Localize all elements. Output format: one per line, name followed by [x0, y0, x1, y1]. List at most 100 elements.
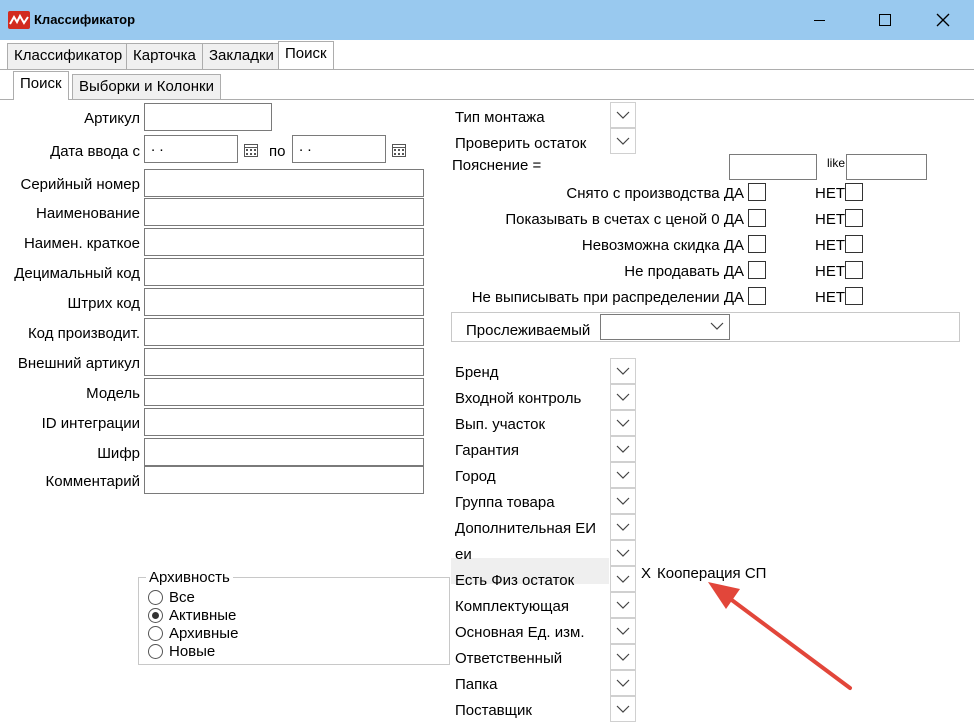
serial-number-label: Серийный номер [20, 176, 140, 193]
calendar-icon[interactable] [243, 142, 259, 158]
maximize-icon [879, 14, 891, 26]
attr-dropdown-base-unit[interactable] [610, 618, 636, 644]
article-input[interactable] [144, 103, 272, 131]
short-name-input[interactable] [144, 228, 424, 256]
discontinued-no-label: НЕТ [815, 185, 845, 202]
attr-label-physical-stock: Есть Физ остаток [455, 572, 575, 589]
date-to-input[interactable]: . . [292, 135, 386, 163]
chevron-down-icon [616, 497, 630, 505]
do-not-sell-no-checkbox[interactable] [845, 261, 863, 279]
discontinued-yes-checkbox[interactable] [748, 183, 766, 201]
chevron-down-icon [616, 393, 630, 401]
name-label: Наименование [36, 205, 140, 222]
archive-option-all: Все [169, 589, 195, 606]
decimal-code-input[interactable] [144, 258, 424, 286]
short-name-label: Наимен. краткое [23, 235, 140, 252]
integration-id-label: ID интеграции [41, 415, 140, 432]
model-label: Модель [86, 385, 140, 402]
show-zero-price-no-label: НЕТ [815, 211, 845, 228]
date-from-label: Дата ввода с [50, 143, 140, 160]
tab-classifier[interactable]: Классификатор [7, 43, 130, 69]
attr-dropdown-input-control[interactable] [610, 384, 636, 410]
show-zero-price-label: Показывать в счетах с ценой 0 ДА [505, 211, 744, 228]
chevron-down-icon [616, 367, 630, 375]
attr-dropdown-responsible[interactable] [610, 644, 636, 670]
subtab-strip-line [0, 99, 974, 100]
maximize-button[interactable] [862, 0, 908, 40]
attr-label-production-site: Вып. участок [455, 416, 546, 433]
chevron-down-icon [616, 111, 630, 119]
comment-input[interactable] [144, 466, 424, 494]
tab-card[interactable]: Карточка [126, 43, 203, 69]
show-zero-price-no-checkbox[interactable] [845, 209, 863, 227]
integration-id-input[interactable] [144, 408, 424, 436]
check-stock-label: Проверить остаток [455, 135, 587, 152]
external-article-input[interactable] [144, 348, 424, 376]
red-arrow-annotation [708, 582, 852, 690]
minimize-button[interactable] [796, 0, 842, 40]
name-input[interactable] [144, 198, 424, 226]
barcode-label: Штрих код [67, 295, 140, 312]
do-not-sell-label: Не продавать ДА [624, 263, 744, 280]
attr-label-warranty: Гарантия [455, 442, 519, 459]
archive-radio-new[interactable] [148, 644, 163, 659]
no-distribution-no-checkbox[interactable] [845, 287, 863, 305]
calendar-icon[interactable] [391, 142, 407, 158]
attr-dropdown-additional-unit[interactable] [610, 514, 636, 540]
check-stock-dropdown[interactable] [610, 128, 636, 154]
do-not-sell-yes-checkbox[interactable] [748, 261, 766, 279]
chevron-down-icon [616, 679, 630, 687]
attr-dropdown-supplier[interactable] [610, 696, 636, 722]
attr-dropdown-component[interactable] [610, 592, 636, 618]
chevron-down-icon [616, 549, 630, 557]
chevron-down-icon [616, 523, 630, 531]
attr-dropdown-unit[interactable] [610, 540, 636, 566]
no-distribution-label: Не выписывать при распределении ДА [471, 289, 744, 306]
attr-dropdown-production-site[interactable] [610, 410, 636, 436]
show-zero-price-yes-checkbox[interactable] [748, 209, 766, 227]
no-discount-yes-checkbox[interactable] [748, 235, 766, 253]
attr-dropdown-product-group[interactable] [610, 488, 636, 514]
chevron-down-icon [616, 471, 630, 479]
attr-dropdown-physical-stock[interactable] [610, 566, 636, 592]
attr-dropdown-folder[interactable] [610, 670, 636, 696]
serial-number-input[interactable] [144, 169, 424, 197]
no-discount-label: Невозможна скидка ДА [581, 237, 744, 254]
chevron-down-icon [616, 445, 630, 453]
date-from-input[interactable]: . . [144, 135, 238, 163]
barcode-input[interactable] [144, 288, 424, 316]
archive-radio-all[interactable] [148, 590, 163, 605]
tab-bookmarks[interactable]: Закладки [202, 43, 281, 69]
chevron-down-icon [616, 575, 630, 583]
subtab-selections-columns[interactable]: Выборки и Колонки [72, 74, 221, 100]
mount-type-label: Тип монтажа [455, 109, 545, 126]
archive-option-new: Новые [169, 643, 216, 660]
attr-label-product-group: Группа товара [455, 494, 555, 511]
attr-dropdown-city[interactable] [610, 462, 636, 488]
manufacturer-code-input[interactable] [144, 318, 424, 346]
archive-radio-archived[interactable] [148, 626, 163, 641]
attr-dropdown-warranty[interactable] [610, 436, 636, 462]
chevron-down-icon [616, 705, 630, 713]
article-label: Артикул [84, 110, 140, 127]
mount-type-dropdown[interactable] [610, 102, 636, 128]
like-input[interactable] [846, 154, 927, 180]
subtab-search[interactable]: Поиск [13, 71, 69, 100]
explanation-input[interactable] [729, 154, 817, 180]
attr-dropdown-brand[interactable] [610, 358, 636, 384]
no-distribution-yes-checkbox[interactable] [748, 287, 766, 305]
chevron-down-icon [616, 627, 630, 635]
discontinued-no-checkbox[interactable] [845, 183, 863, 201]
external-article-label: Внешний артикул [17, 355, 140, 372]
manufacturer-code-label: Код производит. [27, 325, 140, 342]
no-discount-no-checkbox[interactable] [845, 235, 863, 253]
model-input[interactable] [144, 378, 424, 406]
close-button[interactable] [920, 0, 966, 40]
archive-option-active: Активные [169, 607, 237, 624]
archive-radio-active[interactable] [148, 608, 163, 623]
discontinued-label: Снято с производства ДА [566, 185, 744, 202]
tab-search[interactable]: Поиск [278, 41, 334, 69]
cipher-input[interactable] [144, 438, 424, 466]
physical-stock-clear-button[interactable]: X [641, 565, 651, 582]
comment-label: Комментарий [45, 473, 140, 490]
